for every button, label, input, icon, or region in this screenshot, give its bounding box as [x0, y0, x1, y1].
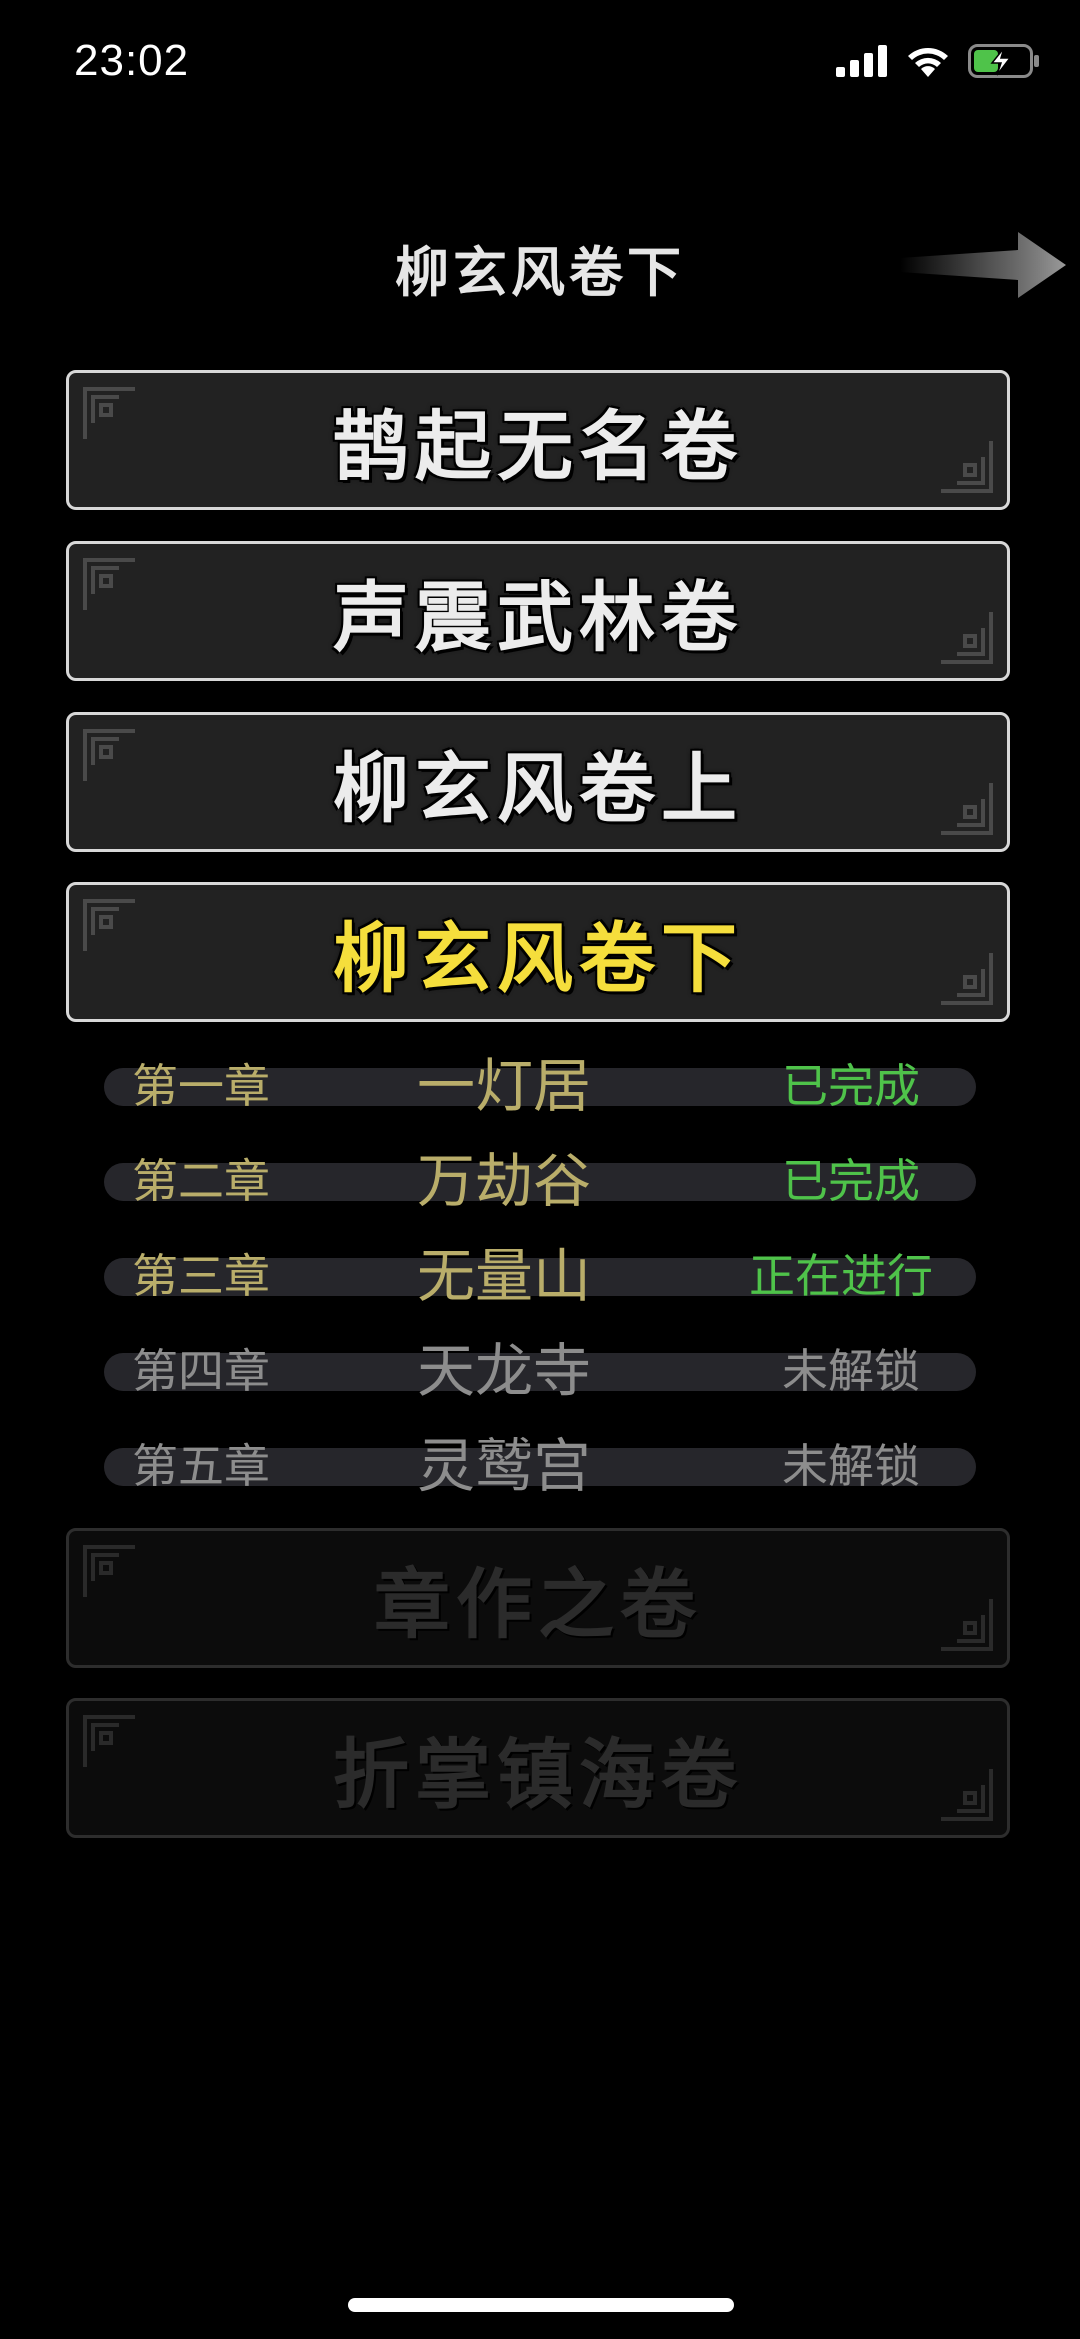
chapter-status: 未解锁 [782, 1439, 920, 1493]
chapter-name: 灵鹫宫 [416, 1432, 591, 1500]
chapter-row-3[interactable]: 第三章 无量山 正在进行 [104, 1236, 976, 1316]
volume-label: 柳玄风卷下 [333, 914, 743, 1003]
chapter-row-5[interactable]: 第五章 灵鹫宫 未解锁 [104, 1426, 976, 1506]
chapter-number: 第一章 [132, 1059, 270, 1113]
chapter-status: 已完成 [782, 1059, 920, 1113]
volume-label: 章作之卷 [374, 1560, 702, 1649]
chapter-number: 第四章 [132, 1344, 270, 1398]
chapter-row-2[interactable]: 第二章 万劫谷 已完成 [104, 1141, 976, 1221]
volume-label: 声震武林卷 [333, 573, 743, 662]
chapter-status: 未解锁 [782, 1344, 920, 1398]
chapter-row-1[interactable]: 第一章 一灯居 已完成 [104, 1046, 976, 1126]
chapter-number: 第五章 [132, 1439, 270, 1493]
home-indicator[interactable] [348, 2298, 734, 2312]
arrow-right-icon [900, 232, 1066, 298]
chapter-number: 第三章 [132, 1249, 270, 1303]
chapter-status: 已完成 [782, 1154, 920, 1208]
volume-button-1[interactable]: 鹊起无名卷 [66, 370, 1010, 510]
chapter-row-4[interactable]: 第四章 天龙寺 未解锁 [104, 1331, 976, 1411]
chapter-status: 正在进行 [749, 1249, 933, 1303]
wifi-icon [906, 44, 950, 82]
chapter-name: 无量山 [416, 1242, 591, 1310]
volume-button-5-locked[interactable]: 章作之卷 [66, 1528, 1010, 1668]
volume-label: 折掌镇海卷 [333, 1730, 743, 1819]
volume-label: 柳玄风卷上 [333, 744, 743, 833]
status-bar: 23:02 [0, 0, 1080, 130]
status-icons [836, 44, 1040, 82]
volume-button-6-locked[interactable]: 折掌镇海卷 [66, 1698, 1010, 1838]
volume-button-4-active[interactable]: 柳玄风卷下 [66, 882, 1010, 1022]
chapter-name: 天龙寺 [416, 1337, 591, 1405]
chapter-name: 一灯居 [416, 1052, 591, 1120]
status-time: 23:02 [74, 36, 190, 85]
chapter-number: 第二章 [132, 1154, 270, 1208]
volume-label: 鹊起无名卷 [333, 402, 743, 491]
volume-button-3[interactable]: 柳玄风卷上 [66, 712, 1010, 852]
battery-charging-icon [968, 44, 1040, 82]
next-arrow-button[interactable] [900, 230, 1070, 300]
chapter-name: 万劫谷 [416, 1147, 591, 1215]
volume-button-2[interactable]: 声震武林卷 [66, 541, 1010, 681]
signal-icon [836, 45, 888, 81]
